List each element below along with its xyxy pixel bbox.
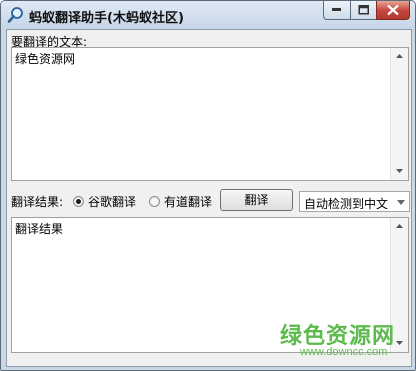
source-text: 绿色资源网 <box>15 52 76 66</box>
chevron-up-icon <box>396 54 403 58</box>
source-scrollbar[interactable] <box>390 48 408 180</box>
search-magnifier-icon <box>7 6 25 24</box>
radio-google-translate[interactable]: 谷歌翻译 <box>73 193 136 210</box>
title-bar[interactable]: 蚂蚁翻译助手(木蚂蚁社区) <box>1 1 415 29</box>
minimize-icon <box>332 8 341 11</box>
chevron-down-icon <box>397 200 405 205</box>
app-window: 蚂蚁翻译助手(木蚂蚁社区) 要翻译的文本: 绿色资源网 翻译结果: 谷歌翻译 有… <box>0 0 416 371</box>
chevron-down-icon <box>396 341 403 345</box>
window-title: 蚂蚁翻译助手(木蚂蚁社区) <box>29 11 184 26</box>
translate-button[interactable]: 翻译 <box>220 189 293 211</box>
result-text: 翻译结果 <box>15 222 64 236</box>
scroll-up-button[interactable] <box>391 218 408 235</box>
language-direction-select[interactable]: 自动检测到中文 <box>299 191 410 212</box>
close-button[interactable] <box>376 1 410 20</box>
radio-selected-dot <box>76 199 81 204</box>
result-label: 翻译结果: <box>11 195 64 209</box>
language-direction-value: 自动检测到中文 <box>304 197 389 211</box>
radio-label-youdao: 有道翻译 <box>164 195 213 209</box>
scroll-down-button[interactable] <box>391 163 408 180</box>
close-icon <box>387 4 399 16</box>
client-area: 要翻译的文本: 绿色资源网 翻译结果: 谷歌翻译 有道翻译 翻译 自动检测到中文 <box>6 29 412 367</box>
radio-youdao-translate[interactable]: 有道翻译 <box>149 193 212 210</box>
maximize-icon <box>358 5 369 15</box>
scroll-up-button[interactable] <box>391 48 408 65</box>
minimize-button[interactable] <box>323 1 350 20</box>
radio-label-google: 谷歌翻译 <box>88 195 137 209</box>
radio-indicator <box>73 196 84 207</box>
radio-indicator <box>149 196 160 207</box>
chevron-down-icon <box>396 169 403 173</box>
chevron-up-icon <box>396 224 403 228</box>
source-text-area[interactable]: 绿色资源网 <box>11 47 409 181</box>
watermark-url: www.downcc.com <box>300 346 388 358</box>
maximize-button[interactable] <box>350 1 376 20</box>
